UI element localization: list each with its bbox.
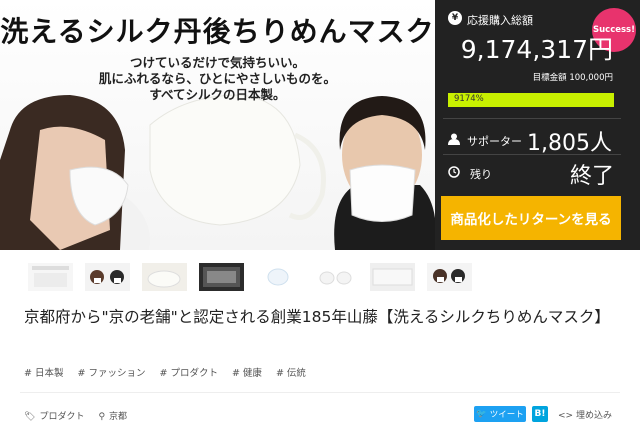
divider [443, 154, 621, 155]
goal-amount: 目標金額 100,000円 [532, 73, 613, 83]
tag-list: # 日本製 # ファッション # プロダクト # 健康 # 伝統 [24, 365, 306, 379]
thumbnail[interactable] [256, 263, 301, 291]
hatena-bookmark-button[interactable]: B! [532, 406, 548, 422]
project-title: 京都府から"京の老舗"と認定される創業185年山藤【洗えるシルクちりめんマスク】 [24, 308, 610, 326]
supporters-label: サポーター [467, 135, 522, 148]
thumbnail-strip [28, 263, 472, 291]
category-link[interactable]: 🏷 プロダクト [24, 409, 84, 422]
location-pin-icon: ⚲ [98, 412, 106, 422]
tag-link[interactable]: # プロダクト [159, 365, 217, 379]
location-label: 京都 [109, 412, 128, 422]
location-link[interactable]: ⚲ 京都 [98, 409, 127, 422]
thumbnail[interactable] [28, 263, 73, 291]
embed-label: 埋め込み [575, 411, 612, 421]
embed-button[interactable]: <> 埋め込み [558, 408, 612, 421]
hero-image: 洗えるシルク丹後ちりめんマスク つけているだけで気持ちいい。 肌にふれるなら、ひ… [0, 0, 435, 250]
hero-subtitle: つけているだけで気持ちいい。 肌にふれるなら、ひとにやさしいものを。 すべてシル… [0, 55, 435, 103]
tag-link[interactable]: # 日本製 [24, 365, 63, 379]
yen-icon: ¥ [448, 11, 462, 25]
support-amount: 9,174,317円 [460, 35, 613, 64]
clock-icon [448, 166, 460, 178]
project-meta: 🏷 プロダクト ⚲ 京都 [24, 409, 127, 422]
tag-link[interactable]: # 伝統 [276, 365, 306, 379]
divider [20, 392, 620, 393]
progress-percent: 9174% [454, 94, 484, 104]
thumbnail[interactable] [142, 263, 187, 291]
progress-bar: 9174% [448, 93, 614, 107]
support-label: 応援購入総額 [467, 14, 533, 27]
tweet-button[interactable]: 🐦 ツイート [474, 406, 526, 422]
divider [443, 118, 621, 119]
tag-icon: 🏷 [24, 412, 36, 422]
hero-title: 洗えるシルク丹後ちりめんマスク [0, 15, 435, 48]
hero-subtitle-line: 肌にふれるなら、ひとにやさしいものを。 [98, 71, 337, 86]
tweet-label: ツイート [489, 410, 524, 420]
category-label: プロダクト [39, 412, 85, 422]
user-icon [448, 133, 460, 145]
thumbnail[interactable] [313, 263, 358, 291]
view-returns-button[interactable]: 商品化したリターンを見る [441, 196, 621, 240]
remaining-value: 終了 [570, 164, 615, 189]
hero-subtitle-line: すべてシルクの日本製。 [149, 87, 286, 102]
hero-subtitle-line: つけているだけで気持ちいい。 [129, 55, 305, 70]
tag-link[interactable]: # ファッション [77, 365, 145, 379]
thumbnail[interactable] [427, 263, 472, 291]
twitter-icon: 🐦 [476, 409, 487, 419]
thumbnail[interactable] [85, 263, 130, 291]
remaining-label: 残り [470, 168, 492, 181]
thumbnail[interactable] [199, 263, 244, 291]
code-icon: <> [558, 411, 574, 421]
thumbnail[interactable] [370, 263, 415, 291]
supporters-count: 1,805人 [527, 131, 612, 156]
tag-link[interactable]: # 健康 [232, 365, 262, 379]
